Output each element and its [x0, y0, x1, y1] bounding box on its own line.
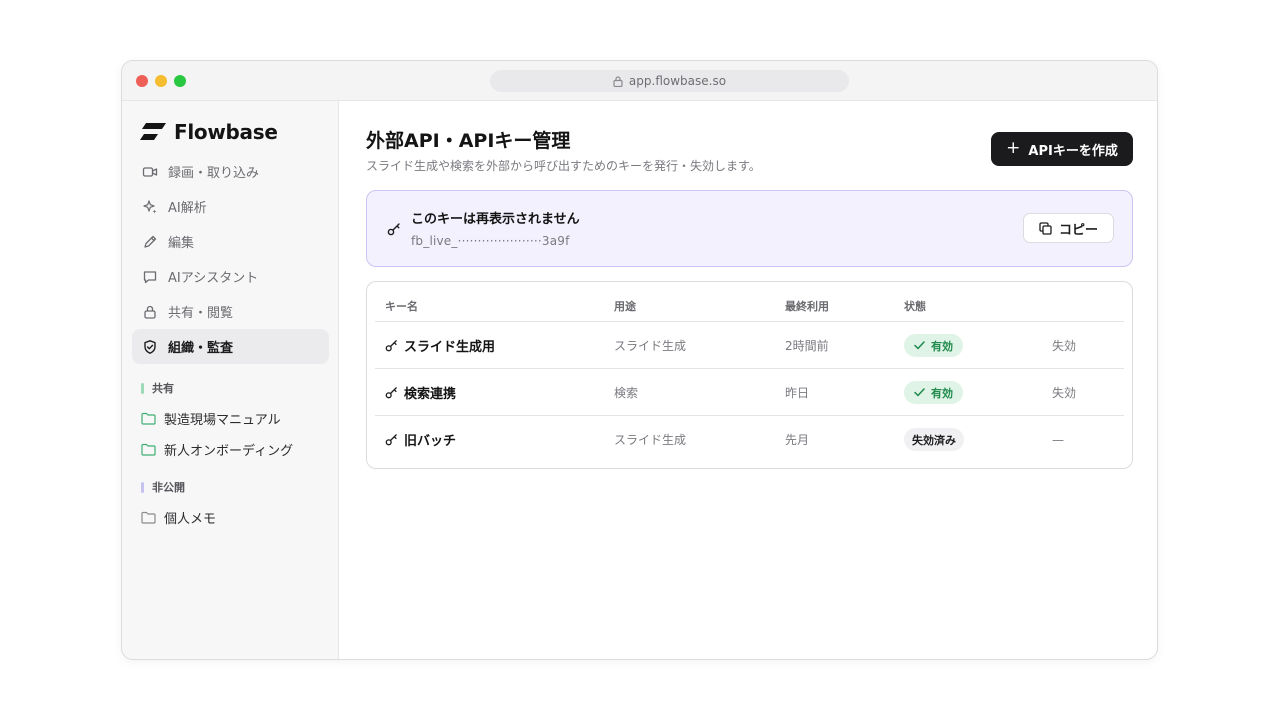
copy-button[interactable]: コピー [1023, 213, 1114, 243]
plus-icon: + [1006, 138, 1021, 158]
folder-label: 製造現場マニュアル [164, 413, 281, 428]
sidebar-item-organization[interactable]: 組織・監査 [132, 329, 329, 364]
revoke-button[interactable]: 失効 [1052, 322, 1076, 369]
key-name-cell: 旧バッチ [385, 416, 456, 463]
usage-cell: 検索 [614, 386, 639, 400]
address-bar[interactable]: app.flowbase.so [490, 70, 849, 92]
check-icon [914, 388, 925, 397]
revoke-button[interactable]: 失効 [1052, 369, 1076, 416]
status-text: 有効 [931, 339, 953, 353]
status-cell: 有効 [904, 369, 963, 416]
folder-icon [141, 511, 156, 524]
usage-cell: スライド生成 [614, 433, 687, 447]
sidebar-item-label: 録画・取り込み [168, 166, 260, 181]
sidebar-item-label: 共有・閲覧 [168, 306, 234, 321]
page-subtitle: スライド生成や検索を外部から呼び出すためのキーを発行・失効します。 [366, 159, 761, 173]
section-accent-bar [141, 382, 144, 394]
sidebar-nav: 録画・取り込み AI解析 編集 AIアシスタント 共有・閲覧 組織・監査 [132, 154, 329, 364]
copy-icon [1039, 221, 1052, 235]
chat-icon [143, 270, 157, 283]
section-label-text: 非公開 [152, 481, 185, 494]
key-name: 検索連携 [404, 387, 457, 402]
main-content: 外部API・APIキー管理 スライド生成や検索を外部から呼び出すためのキーを発行… [340, 101, 1157, 659]
section-label-shared: 共有 [141, 380, 174, 396]
last-used-cell: 先月 [785, 433, 810, 447]
close-window-button[interactable] [136, 75, 148, 87]
sidebar-item-ai-assistant[interactable]: AIアシスタント [132, 259, 329, 294]
browser-window: app.flowbase.so Flowbase 録画・取り込み AI解析 編集 [121, 60, 1158, 660]
notice-title: このキーは再表示されません [411, 212, 580, 227]
minimize-window-button[interactable] [155, 75, 167, 87]
sidebar: Flowbase 録画・取り込み AI解析 編集 AIアシスタント 共有・閲覧 [122, 101, 339, 659]
sparkle-icon [143, 199, 157, 213]
brand-name: Flowbase [174, 120, 278, 144]
folder-icon [141, 412, 156, 425]
folder-item[interactable]: 個人メモ [141, 508, 216, 527]
sidebar-item-label: AIアシスタント [168, 271, 259, 286]
url-text: app.flowbase.so [628, 74, 727, 88]
last-used-cell: 昨日 [785, 386, 810, 400]
status-cell: 有効 [904, 322, 963, 369]
revoked-placeholder: — [1052, 432, 1064, 447]
lock-icon [613, 75, 623, 87]
shield-check-icon [144, 339, 156, 354]
sidebar-item-ai-analysis[interactable]: AI解析 [132, 189, 329, 224]
status-badge: 失効済み [904, 428, 964, 451]
section-label-text: 共有 [152, 382, 174, 395]
masked-api-key[interactable]: fb_live_·····················3a9f [411, 234, 570, 248]
folder-icon [141, 443, 156, 456]
video-icon [142, 166, 158, 177]
key-name-cell: 検索連携 [385, 369, 456, 416]
create-api-key-label: APIキーを作成 [1028, 143, 1118, 159]
new-key-notice: このキーは再表示されません fb_live_··················… [366, 190, 1133, 267]
sidebar-item-recording[interactable]: 録画・取り込み [132, 154, 329, 189]
column-header-key-name: キー名 [385, 300, 418, 313]
page-title: 外部API・APIキー管理 [366, 130, 571, 152]
key-name-cell: スライド生成用 [385, 322, 495, 369]
usage-cell: スライド生成 [614, 339, 687, 353]
key-icon [387, 223, 400, 236]
copy-button-label: コピー [1058, 222, 1098, 238]
status-badge: 有効 [904, 334, 963, 357]
brand[interactable]: Flowbase [140, 120, 278, 144]
table-row: 検索連携 検索 昨日 有効 失効 [375, 368, 1124, 415]
last-used-cell: 2時間前 [785, 339, 829, 353]
check-icon [914, 341, 925, 350]
key-icon [385, 387, 397, 399]
column-header-status: 状態 [904, 300, 926, 313]
key-icon [385, 340, 397, 352]
key-name: 旧バッチ [404, 434, 457, 449]
sidebar-item-sharing[interactable]: 共有・閲覧 [132, 294, 329, 329]
key-name: スライド生成用 [404, 340, 496, 355]
create-api-key-button[interactable]: + APIキーを作成 [991, 132, 1133, 166]
api-keys-table: キー名 用途 最終利用 状態 スライド生成用 スライド生成 2時間前 有効 失効 [366, 281, 1133, 469]
flowbase-logo-icon [140, 123, 166, 140]
folder-label: 新人オンボーディング [164, 444, 294, 459]
column-header-last-used: 最終利用 [785, 300, 829, 313]
sidebar-item-label: 編集 [168, 236, 195, 251]
sidebar-item-edit[interactable]: 編集 [132, 224, 329, 259]
status-badge: 有効 [904, 381, 963, 404]
section-label-private: 非公開 [141, 479, 185, 495]
lock-icon [144, 305, 156, 319]
title-bar: app.flowbase.so [122, 61, 1157, 101]
maximize-window-button[interactable] [174, 75, 186, 87]
folder-item[interactable]: 新人オンボーディング [141, 440, 293, 459]
sidebar-item-label: 組織・監査 [168, 341, 234, 356]
column-header-usage: 用途 [614, 300, 636, 313]
section-accent-bar [141, 481, 144, 493]
table-row: スライド生成用 スライド生成 2時間前 有効 失効 [375, 321, 1124, 368]
status-text: 失効済み [912, 433, 956, 447]
status-cell: 失効済み [904, 416, 964, 463]
status-text: 有効 [931, 386, 953, 400]
folder-item[interactable]: 製造現場マニュアル [141, 409, 281, 428]
sidebar-item-label: AI解析 [168, 201, 207, 216]
folder-label: 個人メモ [164, 512, 217, 527]
key-icon [385, 434, 397, 446]
table-row: 旧バッチ スライド生成 先月 失効済み — [375, 415, 1124, 462]
pencil-icon [144, 235, 157, 248]
